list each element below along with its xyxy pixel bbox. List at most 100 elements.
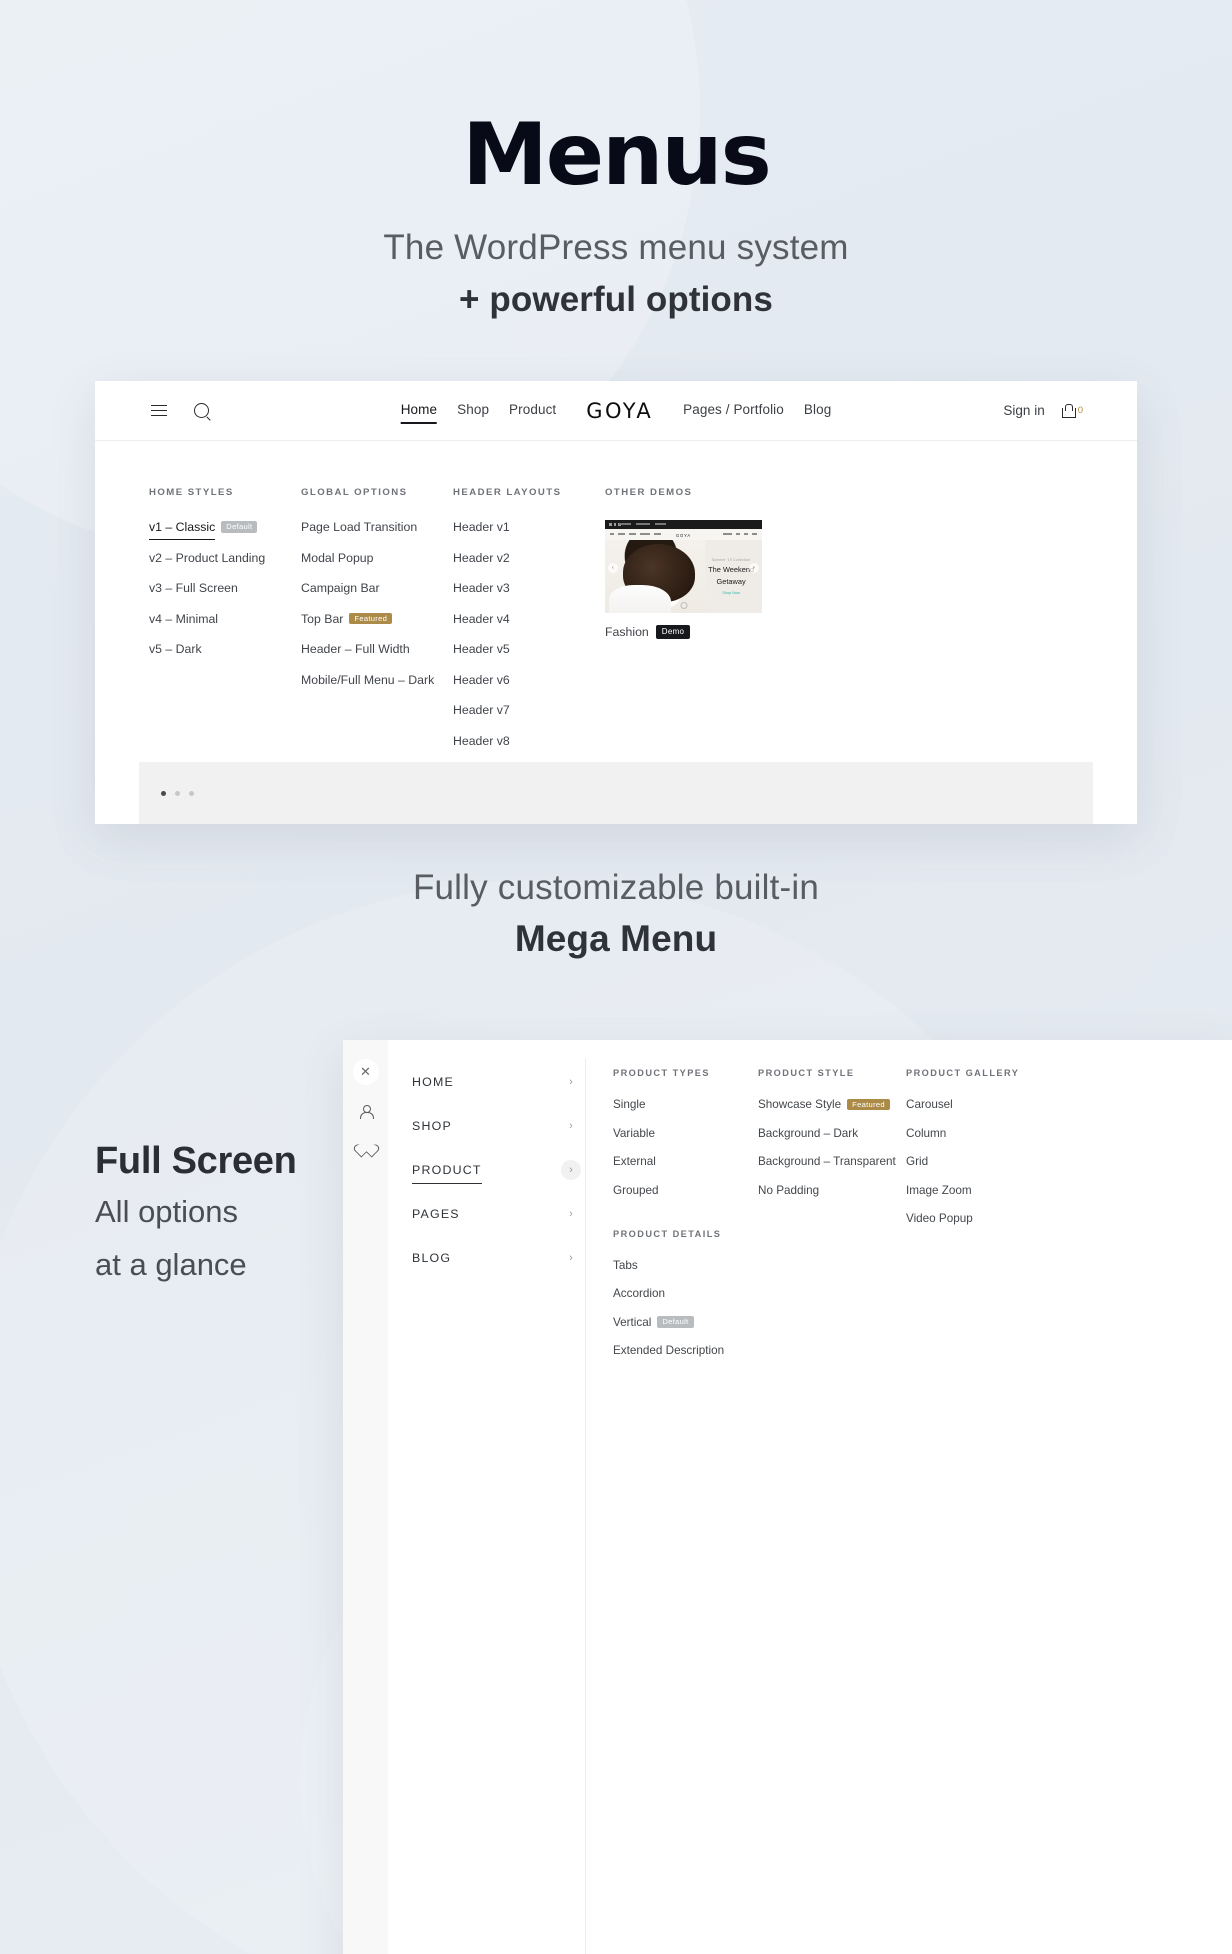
column-heading-product-details: PRODUCT DETAILS [613,1228,722,1239]
menu-item-label: Modal Popup [301,550,374,565]
menu-item[interactable]: Vertical Default [613,1316,758,1329]
menu-item[interactable]: Extended Description [613,1344,758,1357]
menu-item[interactable]: Mobile/Full Menu – Dark [301,673,453,687]
menu-item-label: v4 – Minimal [149,611,219,626]
nav-item-blog[interactable]: BLOG › [412,1244,585,1272]
menu-item-label: Header v6 [453,672,510,687]
person-icon[interactable] [359,1105,374,1119]
menu-item[interactable]: Header v8 [453,734,605,748]
menu-item-label: Single [613,1098,646,1111]
demo-thumbnail: GOYA Summer '19 Collection The Weekend G… [605,520,762,613]
menu-item[interactable]: Campaign Bar [301,581,453,595]
nav-item-shop[interactable]: SHOP › [412,1112,585,1140]
menu-item[interactable]: v3 – Full Screen [149,581,301,595]
menu-item[interactable]: Grouped [613,1184,758,1197]
menu-item[interactable]: Image Zoom [906,1184,1212,1197]
menu-item[interactable]: Header v7 [453,703,605,717]
close-icon[interactable]: ✕ [352,1059,379,1085]
menu-item-label: Campaign Bar [301,581,380,595]
demo-badge: Demo [655,625,691,639]
thumbnail-nav-right [723,533,757,535]
carousel-dot-1[interactable] [161,790,166,796]
hero-section: Menus The WordPress menu system + powerf… [0,0,1232,322]
menu-item[interactable]: v4 – Minimal [149,612,301,626]
menu-item[interactable]: Modal Popup [301,551,453,565]
menu-item[interactable]: v5 – Dark [149,642,301,656]
menu-item[interactable]: Header – Full Width [301,642,453,656]
nav-item-shop[interactable]: Shop [457,402,489,419]
mid-heading-line2: Mega Menu [514,918,718,959]
nav-item-pages-portfolio[interactable]: Pages / Portfolio [683,402,784,419]
menu-item[interactable]: Accordion [613,1287,758,1300]
thumbnail-copy: Summer '19 Collection The Weekend Getawa… [705,558,757,595]
menu-item-label: Carousel [906,1098,953,1111]
menu-item[interactable]: Video Popup [906,1212,1212,1225]
page-title: Menus [462,105,772,205]
menu-item[interactable]: Header v3 [453,581,605,595]
menu-item[interactable]: Tabs [613,1259,758,1272]
chevron-right-icon: › [569,1076,573,1088]
menu-item-label: Top Bar [301,611,344,626]
menu-item-label: External [613,1155,656,1168]
carousel-dot-2[interactable] [175,790,180,796]
search-icon[interactable] [191,401,211,421]
fullscreen-menu-body: HOME › SHOP › PRODUCT › PAGES › BLOG › P… [388,1040,1232,1954]
chevron-right-icon[interactable]: › [749,562,759,573]
fullscreen-level1-nav: HOME › SHOP › PRODUCT › PAGES › BLOG › [388,1068,585,1954]
thumbnail-headline-2: Getaway [716,577,746,587]
menu-item[interactable]: Column [906,1127,1212,1140]
menu-item[interactable]: Page Load Transition [301,520,453,534]
menu-item[interactable]: v1 – Classic Default [149,520,301,541]
carousel-dot-3[interactable] [189,790,194,796]
nav-item-label: BLOG [412,1251,452,1265]
menu-item[interactable]: Header v6 [453,673,605,687]
menu-item[interactable]: Showcase Style Featured [758,1098,906,1111]
thumbnail-cta[interactable]: Shop Now [705,591,757,595]
column-product-types: PRODUCT TYPES Single Variable External G… [613,1068,758,1954]
menu-item[interactable]: Background – Transparent [758,1155,906,1168]
heart-icon[interactable] [359,1139,373,1152]
menu-item[interactable]: Carousel [906,1098,1212,1111]
menu-item[interactable]: Top Bar Featured [301,612,453,626]
nav-item-product[interactable]: Product [509,402,556,419]
menu-item[interactable]: Header v2 [453,551,605,565]
nav-item-blog[interactable]: Blog [804,402,831,419]
demo-card-fashion[interactable]: GOYA Summer '19 Collection The Weekend G… [605,520,762,639]
menu-item[interactable]: No Padding [758,1184,906,1197]
menu-item[interactable]: Variable [613,1127,758,1140]
menu-item[interactable]: Single [613,1098,758,1111]
menu-item[interactable]: Header v5 [453,642,605,656]
hamburger-icon[interactable] [149,401,169,421]
hero-subtitle-line1: The WordPress menu system [383,228,849,267]
column-heading: GLOBAL OPTIONS [301,487,408,498]
menu-item[interactable]: Header v4 [453,612,605,626]
menu-item[interactable]: v2 – Product Landing [149,551,301,565]
site-logo[interactable]: GOYA [576,399,663,423]
nav-item-product[interactable]: PRODUCT › [412,1156,585,1184]
nav-item-home[interactable]: Home [400,402,438,424]
nav-item-pages[interactable]: PAGES › [412,1200,585,1228]
mid-heading-line1: Fully customizable built-in [412,868,820,907]
browser-tabs [619,523,666,525]
menu-item[interactable]: Background – Dark [758,1127,906,1140]
cart-button[interactable]: 0 [1061,403,1083,418]
menu-item-label: Tabs [613,1258,638,1272]
menu-item[interactable]: External [613,1155,758,1168]
menu-item-label: Showcase Style [758,1098,842,1111]
chevron-left-icon[interactable]: ‹ [608,562,618,573]
menu-item[interactable]: Header v1 [453,520,605,534]
nav-item-home[interactable]: HOME › [412,1068,585,1096]
menu-item[interactable]: Grid [906,1155,1212,1168]
menu-item-label: Header v4 [453,611,510,626]
header-account-tools: Sign in 0 [1003,403,1083,418]
carousel-dots[interactable] [161,790,194,796]
nav-item-label: PAGES [412,1207,460,1221]
chevron-right-icon: › [569,1252,573,1264]
cart-count-badge: 0 [1077,405,1083,416]
sign-in-link[interactable]: Sign in [1003,403,1044,418]
thumbnail-kicker: Summer '19 Collection [711,558,751,562]
menu-item-label: Vertical [613,1315,652,1329]
carousel-footer [139,762,1093,824]
chevron-right-icon: › [561,1160,581,1180]
chevron-right-icon: › [569,1120,573,1132]
